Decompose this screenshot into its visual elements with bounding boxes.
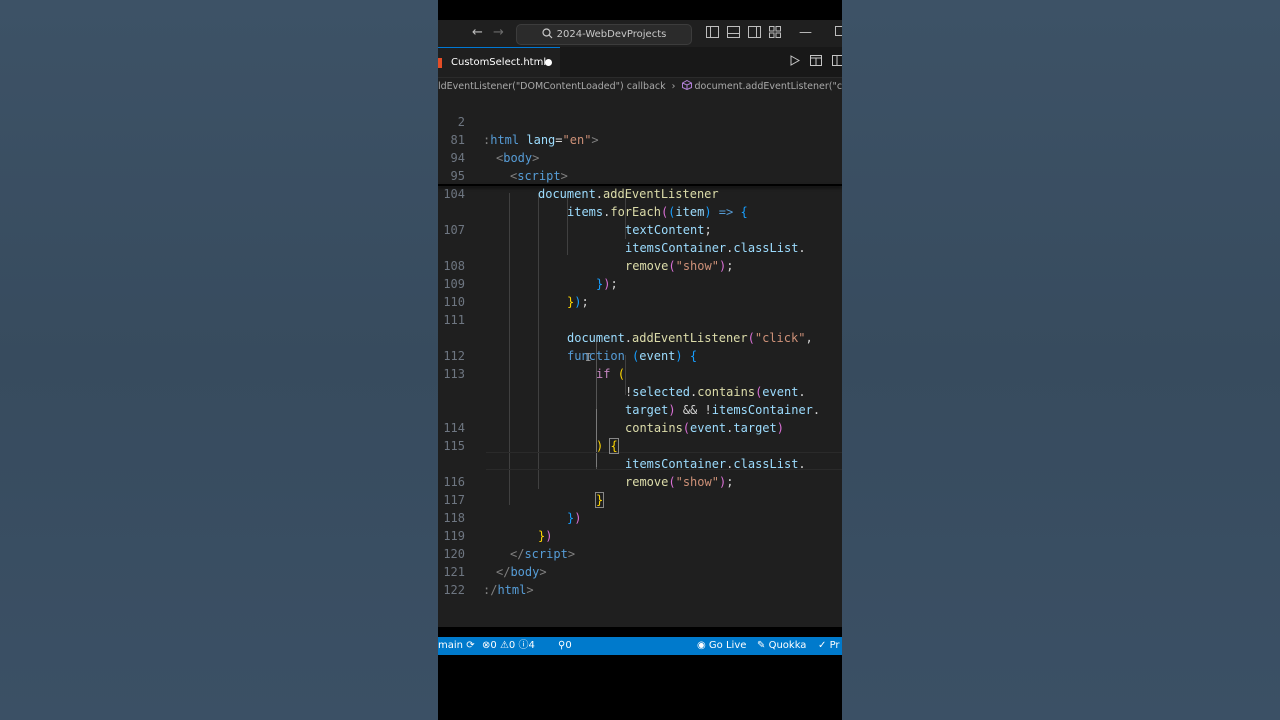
- code-line: 107 itemsContainer.classList.: [438, 203, 842, 255]
- code-line: 117 }): [438, 473, 842, 525]
- tab-label: CustomSelect.html: [451, 57, 547, 68]
- back-arrow-icon[interactable]: ←: [472, 26, 483, 40]
- code-line: 118 }): [438, 491, 842, 543]
- code-line: 113 !selected.contains(event.: [438, 347, 842, 399]
- code-line: 2 :html lang="en">: [438, 95, 842, 147]
- split-editor-icon[interactable]: [832, 55, 842, 69]
- ports-count: 0: [565, 640, 572, 651]
- editor-tab-bar: CustomSelect.html: [438, 47, 842, 78]
- code-line: 119 </script>: [438, 509, 842, 561]
- breadcrumb-item-callback[interactable]: ldEventListener("DOMContentLoaded") call…: [438, 81, 666, 92]
- breadcrumb-separator: ›: [671, 81, 676, 92]
- maximize-icon[interactable]: [835, 26, 842, 40]
- toggle-panel-icon[interactable]: [727, 26, 740, 42]
- code-line: remove("show");: [625, 259, 734, 273]
- ports-status[interactable]: ⚲0: [558, 637, 572, 655]
- breadcrumb: ldEventListener("DOMContentLoaded") call…: [438, 78, 842, 95]
- quokka-label: Quokka: [768, 640, 807, 651]
- command-center-search[interactable]: 2024-WebDevProjects: [516, 24, 692, 45]
- line-number: 122: [443, 583, 465, 597]
- quokka-icon: ✎: [757, 640, 766, 651]
- title-bar: ← → 2024-WebDevProjects —: [438, 20, 842, 47]
- blurred-background-right: [842, 0, 1280, 720]
- code-line: 111 document.addEventListener("click",: [438, 293, 842, 345]
- code-line: target) && !itemsContainer.: [625, 403, 821, 417]
- customize-layout-icon[interactable]: [769, 26, 781, 42]
- breadcrumb-item-click-listener[interactable]: document.addEventListener("click: [695, 81, 842, 92]
- branch-status[interactable]: main ⟳: [438, 637, 475, 655]
- forward-arrow-icon[interactable]: →: [493, 26, 504, 40]
- toggle-secondary-sidebar-icon[interactable]: [748, 26, 761, 42]
- go-live-button[interactable]: ◉ Go Live: [697, 637, 746, 655]
- error-count: 0: [490, 640, 497, 651]
- warning-icon: ⚠: [499, 640, 509, 651]
- unsaved-dot-icon[interactable]: [545, 59, 552, 66]
- code-line: contains(event.target): [625, 421, 784, 435]
- code-line: 121 :/html>: [438, 545, 842, 597]
- code-line: 94 <script>: [438, 131, 842, 183]
- minimize-icon[interactable]: —: [799, 26, 812, 40]
- tab-customselect-html[interactable]: CustomSelect.html: [438, 47, 560, 77]
- code-line: function (event) {: [567, 349, 698, 363]
- code-line: 95 document.addEventListener: [438, 149, 842, 201]
- blurred-background-left: [0, 0, 438, 720]
- branch-name: main: [438, 640, 463, 651]
- code-line: 114 ) {: [438, 401, 842, 454]
- code-line: 115 itemsContainer.classList.: [438, 419, 842, 471]
- code-editor[interactable]: 2 :html lang="en"> 81 <body> 94 <script>…: [438, 95, 842, 627]
- code-line: 104 items.forEach((item) => {: [438, 167, 842, 219]
- code-line: 108 });: [438, 239, 842, 291]
- status-bar: main ⟳ ⊗0 ⚠0 ⓘ4 ⚲0 ◉ Go Live ✎ Quokka ✓ …: [438, 637, 842, 655]
- code-line: textContent;: [625, 223, 712, 237]
- vscode-window: ← → 2024-WebDevProjects — CustomSelect.h…: [438, 0, 842, 720]
- html-file-icon: [438, 58, 442, 68]
- check-icon: ✓: [818, 640, 827, 651]
- go-live-label: Go Live: [708, 640, 747, 651]
- code-line: 120 </body>: [438, 527, 842, 579]
- code-line: 122: [438, 563, 842, 597]
- quokka-button[interactable]: ✎ Quokka: [757, 637, 806, 655]
- open-preview-icon[interactable]: [810, 55, 822, 69]
- code-line: 81 <body>: [438, 113, 842, 165]
- prettier-label: Pr: [829, 640, 840, 651]
- info-count: 4: [528, 640, 535, 651]
- code-line: 109 });: [438, 257, 842, 309]
- run-icon[interactable]: [790, 55, 801, 69]
- code-line: 110: [438, 275, 842, 309]
- code-line: remove("show");: [625, 475, 734, 489]
- warning-count: 0: [508, 640, 516, 651]
- search-icon: [542, 28, 553, 39]
- code-line: 112 if (: [438, 329, 842, 381]
- cube-icon: [681, 79, 695, 92]
- info-icon: ⓘ: [518, 640, 529, 651]
- problems-status[interactable]: ⊗0 ⚠0 ⓘ4: [482, 637, 535, 655]
- prettier-button[interactable]: ✓ Pr: [818, 637, 840, 655]
- text-cursor-icon: I: [585, 351, 592, 364]
- toggle-primary-sidebar-icon[interactable]: [706, 26, 719, 42]
- sync-icon: ⟳: [466, 640, 475, 651]
- broadcast-icon: ◉: [697, 640, 706, 651]
- code-line: 116 }: [438, 455, 842, 508]
- search-text: 2024-WebDevProjects: [556, 29, 667, 40]
